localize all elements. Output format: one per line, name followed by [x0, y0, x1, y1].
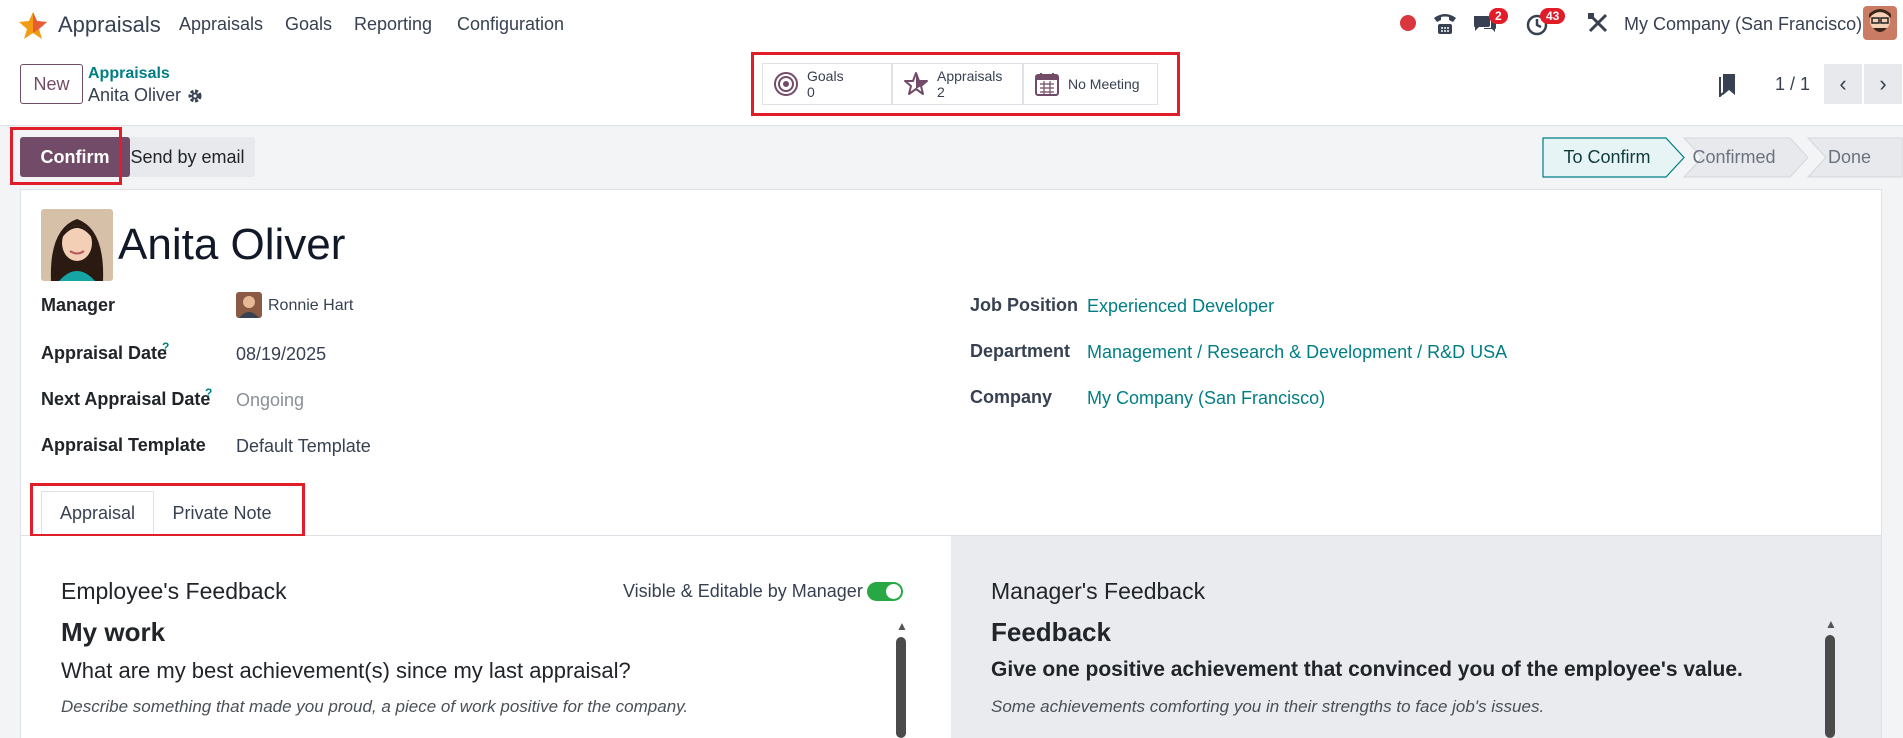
menu-reporting[interactable]: Reporting [354, 14, 432, 35]
menu-configuration[interactable]: Configuration [457, 14, 564, 35]
appraisal-template-value[interactable]: Default Template [236, 436, 371, 457]
scroll-up-icon[interactable]: ▲ [896, 619, 908, 633]
manager-section-heading: Feedback [991, 617, 1111, 647]
pager-prev-button[interactable]: ‹ [1824, 64, 1862, 104]
stage-confirmed[interactable]: Confirmed [1672, 137, 1796, 178]
department-value[interactable]: Management / Research & Development / R&… [1087, 342, 1507, 363]
manager-feedback-title: Manager's Feedback [991, 578, 1206, 604]
phone-icon[interactable] [1432, 12, 1458, 36]
debug-tools-icon[interactable] [1587, 12, 1609, 34]
visible-editable-label: Visible & Editable by Manager [623, 581, 863, 601]
chevron-left-icon: ‹ [1839, 71, 1847, 96]
manager-label: Manager [41, 295, 116, 315]
breadcrumb-parent[interactable]: Appraisals [88, 65, 170, 83]
department-label: Department [970, 341, 1071, 361]
employee-name[interactable]: Anita Oliver [118, 220, 345, 270]
next-appraisal-date-value[interactable]: Ongoing [236, 390, 304, 411]
gear-icon[interactable] [187, 88, 203, 104]
job-position-value[interactable]: Experienced Developer [1087, 296, 1274, 317]
new-button[interactable]: New [20, 64, 83, 104]
pager-next-button[interactable]: › [1864, 64, 1902, 104]
manager-avatar-icon [236, 292, 262, 318]
app-logo-icon[interactable] [18, 10, 48, 40]
send-by-email-button[interactable]: Send by email [120, 137, 255, 177]
recording-dot-icon[interactable] [1400, 15, 1416, 31]
menu-appraisals[interactable]: Appraisals [179, 14, 263, 35]
messages-badge: 2 [1489, 8, 1508, 24]
highlight-smart-buttons [751, 52, 1180, 116]
next-appraisal-date-help[interactable]: ? [205, 386, 212, 400]
stage-done[interactable]: Done [1796, 137, 1903, 178]
employee-avatar-icon[interactable] [41, 209, 113, 281]
company-label: Company [970, 387, 1053, 407]
employee-description: Describe something that made you proud, … [61, 697, 689, 716]
highlight-confirm [10, 127, 122, 185]
manager-description: Some achievements comforting you in thei… [991, 697, 1545, 716]
company-switcher[interactable]: My Company (San Francisco) [1624, 14, 1862, 35]
employee-section-heading: My work [61, 617, 166, 647]
user-avatar-icon[interactable] [1863, 6, 1897, 40]
manager-question: Give one positive achievement that convi… [991, 658, 1743, 681]
job-position-label: Job Position [970, 295, 1078, 315]
highlight-tabs [30, 483, 305, 537]
next-appraisal-date-label: Next Appraisal Date [41, 389, 211, 409]
bookmark-icon[interactable] [1719, 73, 1737, 97]
scroll-up-icon[interactable]: ▲ [1825, 617, 1837, 631]
employee-question: What are my best achievement(s) since my… [61, 658, 631, 683]
pager-value[interactable]: 1 / 1 [1775, 74, 1810, 95]
appraisal-date-label: Appraisal Date [41, 343, 168, 363]
stage-to-confirm[interactable]: To Confirm [1542, 137, 1672, 178]
employee-feedback-title: Employee's Feedback [61, 578, 287, 604]
appraisal-date-value[interactable]: 08/19/2025 [236, 344, 326, 365]
manager-value[interactable]: Ronnie Hart [268, 297, 353, 315]
company-value[interactable]: My Company (San Francisco) [1087, 388, 1325, 409]
menu-goals[interactable]: Goals [285, 14, 332, 35]
activities-badge: 43 [1540, 8, 1566, 24]
breadcrumb-current: Anita Oliver [88, 85, 182, 105]
app-brand[interactable]: Appraisals [58, 12, 161, 38]
manager-scrollbar[interactable] [1825, 635, 1835, 738]
employee-scrollbar[interactable] [896, 637, 906, 738]
appraisal-date-help[interactable]: ? [162, 340, 169, 354]
visible-editable-toggle[interactable] [867, 582, 903, 601]
chevron-right-icon: › [1879, 71, 1887, 96]
appraisal-template-label: Appraisal Template [41, 435, 206, 455]
